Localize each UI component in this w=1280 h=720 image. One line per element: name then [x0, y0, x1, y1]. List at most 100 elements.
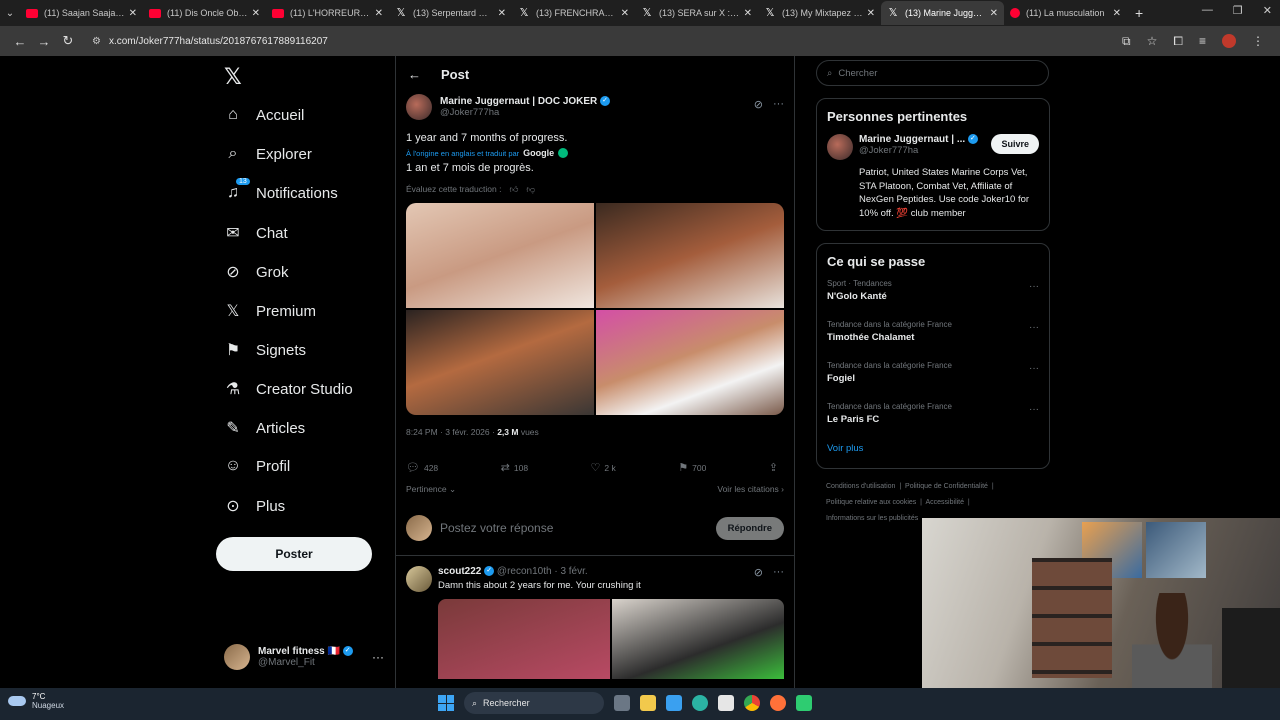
post-media-grid[interactable]: [406, 203, 784, 415]
reply-input[interactable]: Postez votre réponse: [440, 521, 708, 535]
nav-item-signets[interactable]: ⚑ Signets: [224, 340, 306, 360]
chrome-icon[interactable]: [744, 695, 760, 711]
thumbs-up-icon[interactable]: 👍︎: [509, 184, 518, 195]
thumbs-down-icon[interactable]: 👎︎: [526, 184, 535, 195]
browser-tab[interactable]: 𝕏 (13) Serpentard Refo ✕: [389, 1, 512, 25]
x-logo-icon[interactable]: 𝕏: [224, 64, 242, 90]
browser-tab[interactable]: (11) L'HORREUR DE L ✕: [266, 1, 389, 25]
bookmark-star-icon[interactable]: ☆: [1147, 34, 1158, 49]
quotes-link[interactable]: Voir les citations ›: [717, 484, 784, 495]
relevant-person[interactable]: Marine Juggernaut | ... ✓ @Joker777ha Su…: [827, 134, 1039, 160]
weather-widget[interactable]: 7°C Nuageux: [8, 692, 64, 710]
grok-icon[interactable]: ⊘: [754, 98, 763, 111]
bookmark-button[interactable]: ⚑ 700: [678, 461, 706, 474]
trend-item[interactable]: Tendance dans la catégorie France Timothé…: [827, 320, 1039, 355]
search-input[interactable]: ⌕ Chercher: [816, 60, 1049, 86]
edge-icon[interactable]: [692, 695, 708, 711]
comment-media[interactable]: [438, 599, 784, 679]
tab-search-icon[interactable]: ⌄: [0, 8, 20, 19]
browser-tab[interactable]: (11) La musculation ✕: [1004, 1, 1127, 25]
profile-avatar[interactable]: [1222, 33, 1236, 48]
nav-item-notifications[interactable]: ♫ 13 Notifications: [224, 178, 338, 202]
reply-submit-button[interactable]: Répondre: [715, 516, 784, 540]
browser-tab[interactable]: 𝕏 (13) FRENCHRAPUS ✕: [512, 1, 635, 25]
store-icon[interactable]: [718, 695, 734, 711]
media-image[interactable]: [438, 599, 610, 679]
repost-button[interactable]: ⇄ 108: [501, 461, 528, 474]
forward-icon[interactable]: →: [32, 34, 56, 49]
reply-button[interactable]: 💬︎ 428: [406, 461, 438, 474]
back-icon[interactable]: ←: [8, 34, 32, 49]
author-name[interactable]: Marine Juggernaut | DOC JOKER: [440, 96, 597, 107]
more-icon[interactable]: ···: [372, 650, 384, 664]
media-image[interactable]: [596, 203, 784, 308]
nav-item-articles[interactable]: ✎ Articles: [224, 418, 305, 438]
footer-link[interactable]: Accessibilité: [926, 499, 965, 506]
footer-link[interactable]: Conditions d'utilisation: [826, 483, 895, 490]
more-icon[interactable]: ···: [1029, 322, 1039, 333]
browser-tab[interactable]: 𝕏 (13) SERA sur X : "Do ✕: [635, 1, 758, 25]
url-field[interactable]: ⚙ x.com/Joker777ha/status/20187676178891…: [92, 36, 1122, 47]
close-tab-icon[interactable]: ✕: [129, 8, 137, 19]
nav-item-profil[interactable]: ☺ Profil: [224, 457, 290, 475]
close-tab-icon[interactable]: ✕: [1113, 8, 1121, 19]
nav-item-accueil[interactable]: ⌂ Accueil: [224, 106, 304, 124]
grok-icon[interactable]: ⊘: [754, 566, 763, 579]
more-icon[interactable]: ···: [1029, 363, 1039, 374]
share-button[interactable]: ⇪: [769, 461, 782, 474]
task-view-icon[interactable]: [614, 695, 630, 711]
comment-author[interactable]: scout222: [438, 566, 481, 577]
close-tab-icon[interactable]: ✕: [498, 8, 506, 19]
close-tab-icon[interactable]: ✕: [744, 8, 752, 19]
footer-link[interactable]: Informations sur les publicités: [826, 515, 918, 522]
more-icon[interactable]: ···: [773, 566, 784, 579]
comment-handle[interactable]: @recon10th · 3 févr.: [497, 566, 588, 577]
reload-icon[interactable]: ↻: [56, 33, 80, 49]
minimize-icon[interactable]: —: [1202, 4, 1213, 17]
browser-tab[interactable]: 𝕏 (13) My Mixtapez sur ✕: [758, 1, 881, 25]
more-icon[interactable]: ···: [773, 98, 784, 111]
close-tab-icon[interactable]: ✕: [252, 8, 260, 19]
author-handle[interactable]: @Joker777ha: [440, 107, 610, 118]
see-more-link[interactable]: Voir plus: [827, 443, 1039, 454]
start-icon[interactable]: [438, 695, 454, 711]
back-arrow-icon[interactable]: ←: [408, 67, 421, 82]
close-tab-icon[interactable]: ✕: [375, 8, 383, 19]
menu-icon[interactable]: ⋮: [1252, 34, 1264, 49]
nav-item-grok[interactable]: ⊘ Grok: [224, 262, 288, 282]
more-icon[interactable]: ···: [1029, 404, 1039, 415]
comment[interactable]: scout222 ✓ @recon10th · 3 févr. ⊘ ··· Da…: [396, 556, 794, 689]
like-button[interactable]: ♡ 2 k: [591, 461, 616, 474]
footer-link[interactable]: Politique de Confidentialité: [905, 483, 988, 490]
app-icon[interactable]: [796, 695, 812, 711]
nav-item-premium[interactable]: 𝕏 Premium: [224, 301, 316, 321]
sort-dropdown[interactable]: Pertinence ⌄: [406, 484, 456, 495]
media-icon[interactable]: ≡: [1199, 34, 1206, 49]
new-tab-button[interactable]: +: [1135, 5, 1143, 21]
trend-item[interactable]: Tendance dans la catégorie France Fogiel ·…: [827, 361, 1039, 396]
nav-item-plus[interactable]: ⊙ Plus: [224, 496, 285, 516]
close-tab-icon[interactable]: ✕: [990, 8, 998, 19]
avatar[interactable]: [406, 566, 432, 592]
nav-item-chat[interactable]: ✉ Chat: [224, 223, 287, 243]
more-icon[interactable]: ···: [1029, 281, 1039, 292]
post-button[interactable]: Poster: [216, 537, 372, 571]
browser-tab[interactable]: (11) Dis Oncle Obs... ✕: [143, 1, 266, 25]
terminal-icon[interactable]: [666, 695, 682, 711]
maximize-icon[interactable]: ❐: [1233, 4, 1243, 17]
site-info-icon[interactable]: ⚙: [92, 36, 101, 47]
account-switcher[interactable]: Marvel fitness 🇫🇷 ✓ @Marvel_Fit ···: [224, 644, 384, 670]
extensions-icon[interactable]: ⧠: [1173, 34, 1183, 49]
follow-button[interactable]: Suivre: [991, 134, 1039, 154]
translation-label[interactable]: À l'origine en anglais et traduit par: [406, 149, 519, 158]
close-tab-icon[interactable]: ✕: [621, 8, 629, 19]
taskbar-search[interactable]: ⌕ Rechercher: [464, 692, 604, 714]
firefox-icon[interactable]: [770, 695, 786, 711]
nav-item-explorer[interactable]: ⌕ Explorer: [224, 145, 312, 163]
file-explorer-icon[interactable]: [640, 695, 656, 711]
media-image[interactable]: [406, 310, 594, 415]
browser-tab[interactable]: 𝕏 (13) Marine Juggerna ✕: [881, 1, 1004, 25]
footer-link[interactable]: Politique relative aux cookies: [826, 499, 916, 506]
install-app-icon[interactable]: ⧉: [1122, 34, 1131, 49]
close-window-icon[interactable]: ✕: [1263, 4, 1272, 17]
